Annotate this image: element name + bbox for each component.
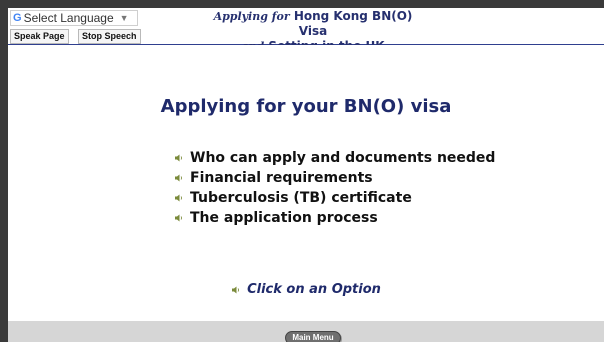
option-tb-certificate[interactable]: Tuberculosis (TB) certificate [174,188,495,208]
option-financial-requirements[interactable]: Financial requirements [174,168,495,188]
section-heading: Applying for your BN(O) visa [160,96,452,117]
google-translate-icon: G [13,12,22,24]
option-label: Tuberculosis (TB) certificate [190,190,412,206]
prompt-label: Click on an Option [247,282,381,297]
title-line-1: Applying for Hong Kong BN(O) Visa [198,9,428,39]
header: G Select Language ▼ Speak Page Stop Spee… [8,8,604,53]
dropdown-arrow-icon: ▼ [119,13,129,23]
speaker-icon [175,154,182,162]
speak-page-button[interactable]: Speak Page [10,29,69,44]
speaker-icon [175,194,182,202]
title-line-1-main: Hong Kong BN(O) Visa [293,9,413,38]
footer-bar: Main Menu [8,321,604,342]
speaker-icon [232,286,240,293]
option-label: Financial requirements [190,170,373,186]
stop-speech-button[interactable]: Stop Speech [78,29,141,44]
speaker-icon [175,174,182,182]
option-who-can-apply[interactable]: Who can apply and documents needed [174,148,495,168]
language-select-label: Select Language [23,11,114,25]
language-select[interactable]: G Select Language ▼ [10,10,138,26]
option-label: The application process [190,210,378,226]
click-option-prompt: Click on an Option [8,282,604,297]
app-frame: G Select Language ▼ Speak Page Stop Spee… [8,8,604,342]
option-label: Who can apply and documents needed [190,150,496,166]
main-content: Applying for your BN(O) visa Who can app… [8,45,604,321]
title-line-1-prefix: Applying for [213,10,290,23]
options-list: Who can apply and documents needed Finan… [174,148,495,228]
main-menu-button[interactable]: Main Menu [285,331,341,342]
speaker-icon [175,214,182,222]
option-application-process[interactable]: The application process [174,208,495,228]
